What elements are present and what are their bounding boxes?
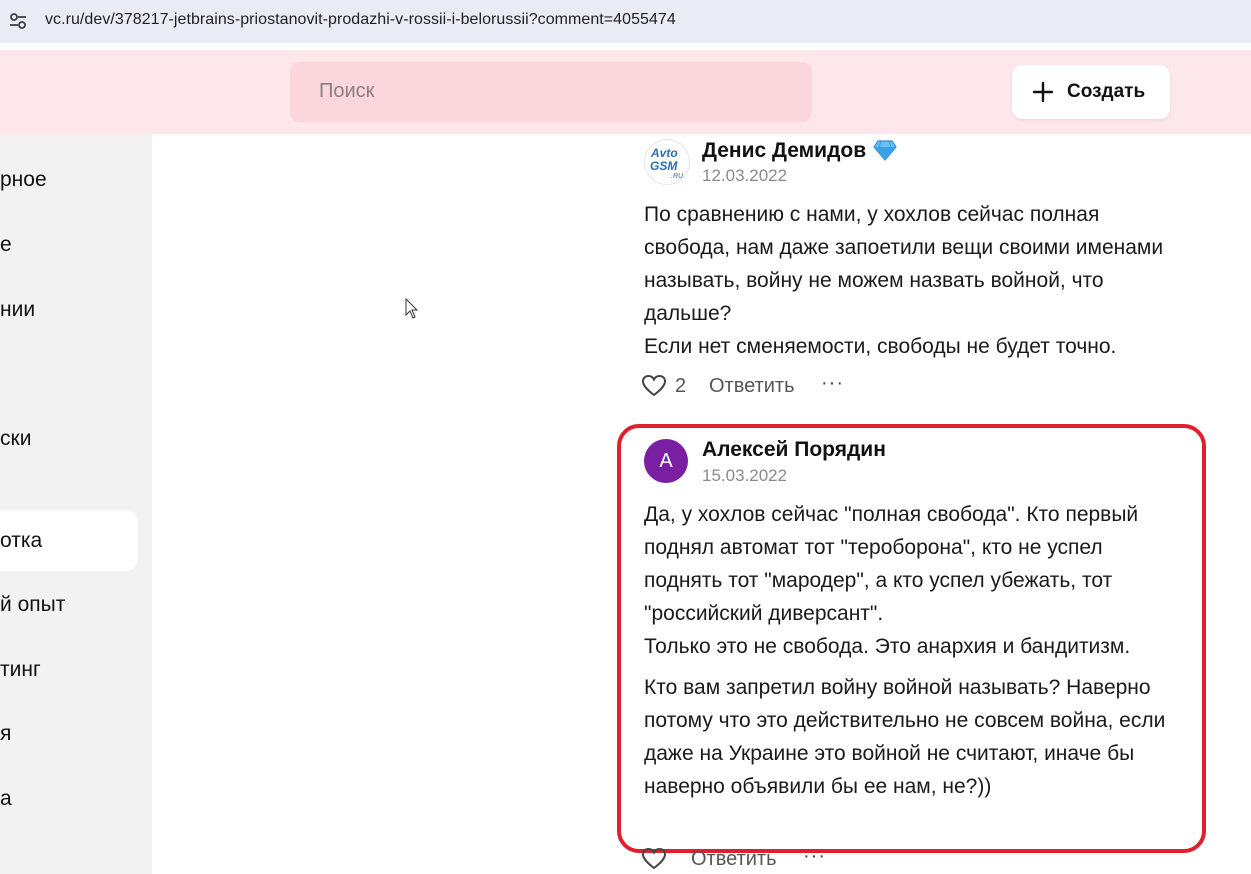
sidebar-item[interactable]: ски bbox=[0, 427, 31, 451]
sidebar-item[interactable]: й опыт bbox=[0, 593, 65, 617]
diamond-icon bbox=[873, 140, 897, 161]
create-button[interactable]: Создать bbox=[1012, 65, 1170, 119]
mouse-cursor-icon bbox=[405, 298, 419, 319]
more-options-button[interactable]: ··· bbox=[821, 372, 844, 395]
reply-button[interactable]: Ответить bbox=[691, 848, 777, 871]
comment-actions: 2 Ответить ··· bbox=[641, 372, 861, 400]
sidebar-item[interactable]: а bbox=[0, 787, 12, 811]
comment-text: Только это не свобода. Это анархия и бан… bbox=[644, 635, 1131, 658]
comment-author[interactable]: Денис Демидов bbox=[702, 139, 866, 163]
divider bbox=[0, 43, 1251, 50]
comment-date: 12.03.2022 bbox=[702, 166, 788, 185]
sidebar-item[interactable]: я bbox=[0, 722, 11, 746]
svg-text:GSM: GSM bbox=[650, 159, 678, 173]
url-text[interactable]: vc.ru/dev/378217-jetbrains-priostanovit-… bbox=[45, 11, 676, 29]
comment-text: Если нет сменяемости, свободы не будет т… bbox=[644, 335, 1117, 358]
sidebar-item[interactable]: рное bbox=[0, 168, 47, 192]
comment-text: По сравнению с нами, у хохлов сейчас пол… bbox=[644, 203, 1164, 325]
sidebar bbox=[0, 134, 152, 874]
comment-actions: Ответить ··· bbox=[641, 845, 861, 873]
svg-text:Avto: Avto bbox=[650, 146, 678, 160]
reply-button[interactable]: Ответить bbox=[709, 375, 795, 398]
sidebar-item[interactable]: нии bbox=[0, 298, 35, 322]
search-placeholder: Поиск bbox=[319, 80, 375, 102]
tune-icon[interactable] bbox=[8, 11, 28, 31]
avatar[interactable]: А bbox=[644, 439, 688, 483]
comment-text: Да, у хохлов сейчас "полная свобода". Кт… bbox=[644, 503, 1139, 625]
sidebar-item[interactable]: тинг bbox=[0, 658, 41, 682]
create-label: Создать bbox=[1067, 81, 1146, 102]
browser-address-bar: vc.ru/dev/378217-jetbrains-priostanovit-… bbox=[0, 0, 1251, 43]
heart-icon[interactable] bbox=[641, 847, 667, 871]
avtogsm-logo-icon: Avto GSM .RU bbox=[650, 146, 684, 180]
plus-icon bbox=[1032, 81, 1054, 103]
avatar[interactable]: Avto GSM .RU bbox=[644, 139, 690, 185]
svg-text:.RU: .RU bbox=[671, 173, 684, 180]
comment-date: 15.03.2022 bbox=[702, 466, 788, 485]
like-count: 2 bbox=[675, 375, 687, 397]
sidebar-item-active[interactable]: отка bbox=[0, 529, 42, 553]
comment-text: Кто вам запретил войну войной называть? … bbox=[644, 676, 1166, 798]
sidebar-item[interactable]: е bbox=[0, 233, 12, 257]
comment-author[interactable]: Алексей Порядин bbox=[702, 438, 886, 462]
heart-icon[interactable] bbox=[641, 374, 667, 398]
more-options-button[interactable]: ··· bbox=[803, 845, 826, 868]
search-input[interactable]: Поиск bbox=[290, 62, 812, 122]
